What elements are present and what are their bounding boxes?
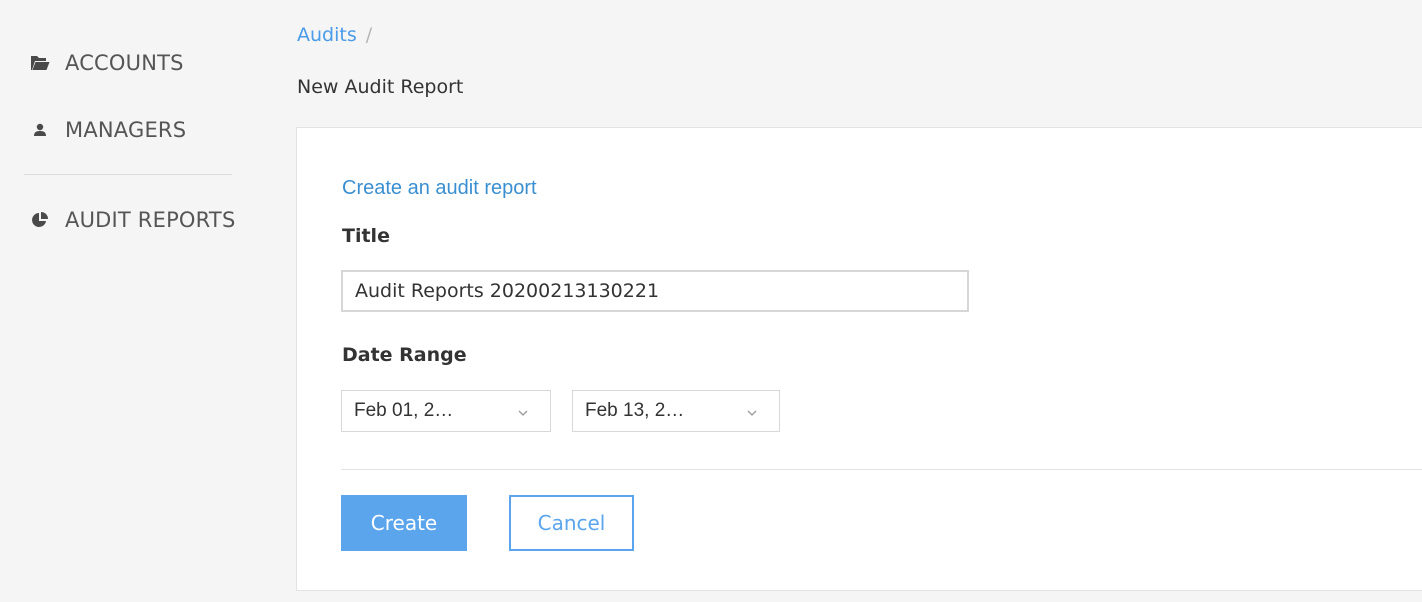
date-to-select[interactable]: Feb 13, 2… bbox=[572, 390, 780, 432]
date-range-label: Date Range bbox=[342, 344, 467, 366]
breadcrumb: Audits / bbox=[297, 24, 372, 46]
form-heading: Create an audit report bbox=[342, 177, 537, 199]
sidebar-item-label: ACCOUNTS bbox=[65, 51, 184, 75]
page-title: New Audit Report bbox=[297, 76, 464, 98]
sidebar-item-label: MANAGERS bbox=[65, 118, 187, 142]
sidebar-item-managers[interactable]: MANAGERS bbox=[30, 115, 186, 145]
breadcrumb-link-audits[interactable]: Audits bbox=[297, 24, 357, 46]
form-card: Create an audit report Title Date Range … bbox=[296, 127, 1422, 591]
title-label: Title bbox=[342, 225, 390, 247]
pie-chart-icon bbox=[30, 210, 50, 230]
sidebar-item-accounts[interactable]: ACCOUNTS bbox=[30, 48, 184, 78]
date-from-value: Feb 01, 2… bbox=[354, 400, 454, 421]
chevron-down-icon bbox=[745, 404, 759, 418]
sidebar-item-label: AUDIT REPORTS bbox=[65, 208, 236, 232]
breadcrumb-separator: / bbox=[365, 24, 373, 46]
cancel-button[interactable]: Cancel bbox=[509, 495, 634, 551]
chevron-down-icon bbox=[516, 404, 530, 418]
sidebar-divider bbox=[24, 174, 232, 175]
folder-icon bbox=[30, 53, 50, 73]
date-to-value: Feb 13, 2… bbox=[585, 400, 685, 421]
title-input[interactable] bbox=[341, 270, 969, 312]
create-button[interactable]: Create bbox=[341, 495, 467, 551]
user-icon bbox=[30, 120, 50, 140]
form-divider bbox=[341, 469, 1422, 470]
date-from-select[interactable]: Feb 01, 2… bbox=[341, 390, 551, 432]
sidebar-item-audit-reports[interactable]: AUDIT REPORTS bbox=[30, 205, 235, 235]
sidebar: ACCOUNTS MANAGERS AUDIT REPORTS bbox=[0, 0, 262, 602]
